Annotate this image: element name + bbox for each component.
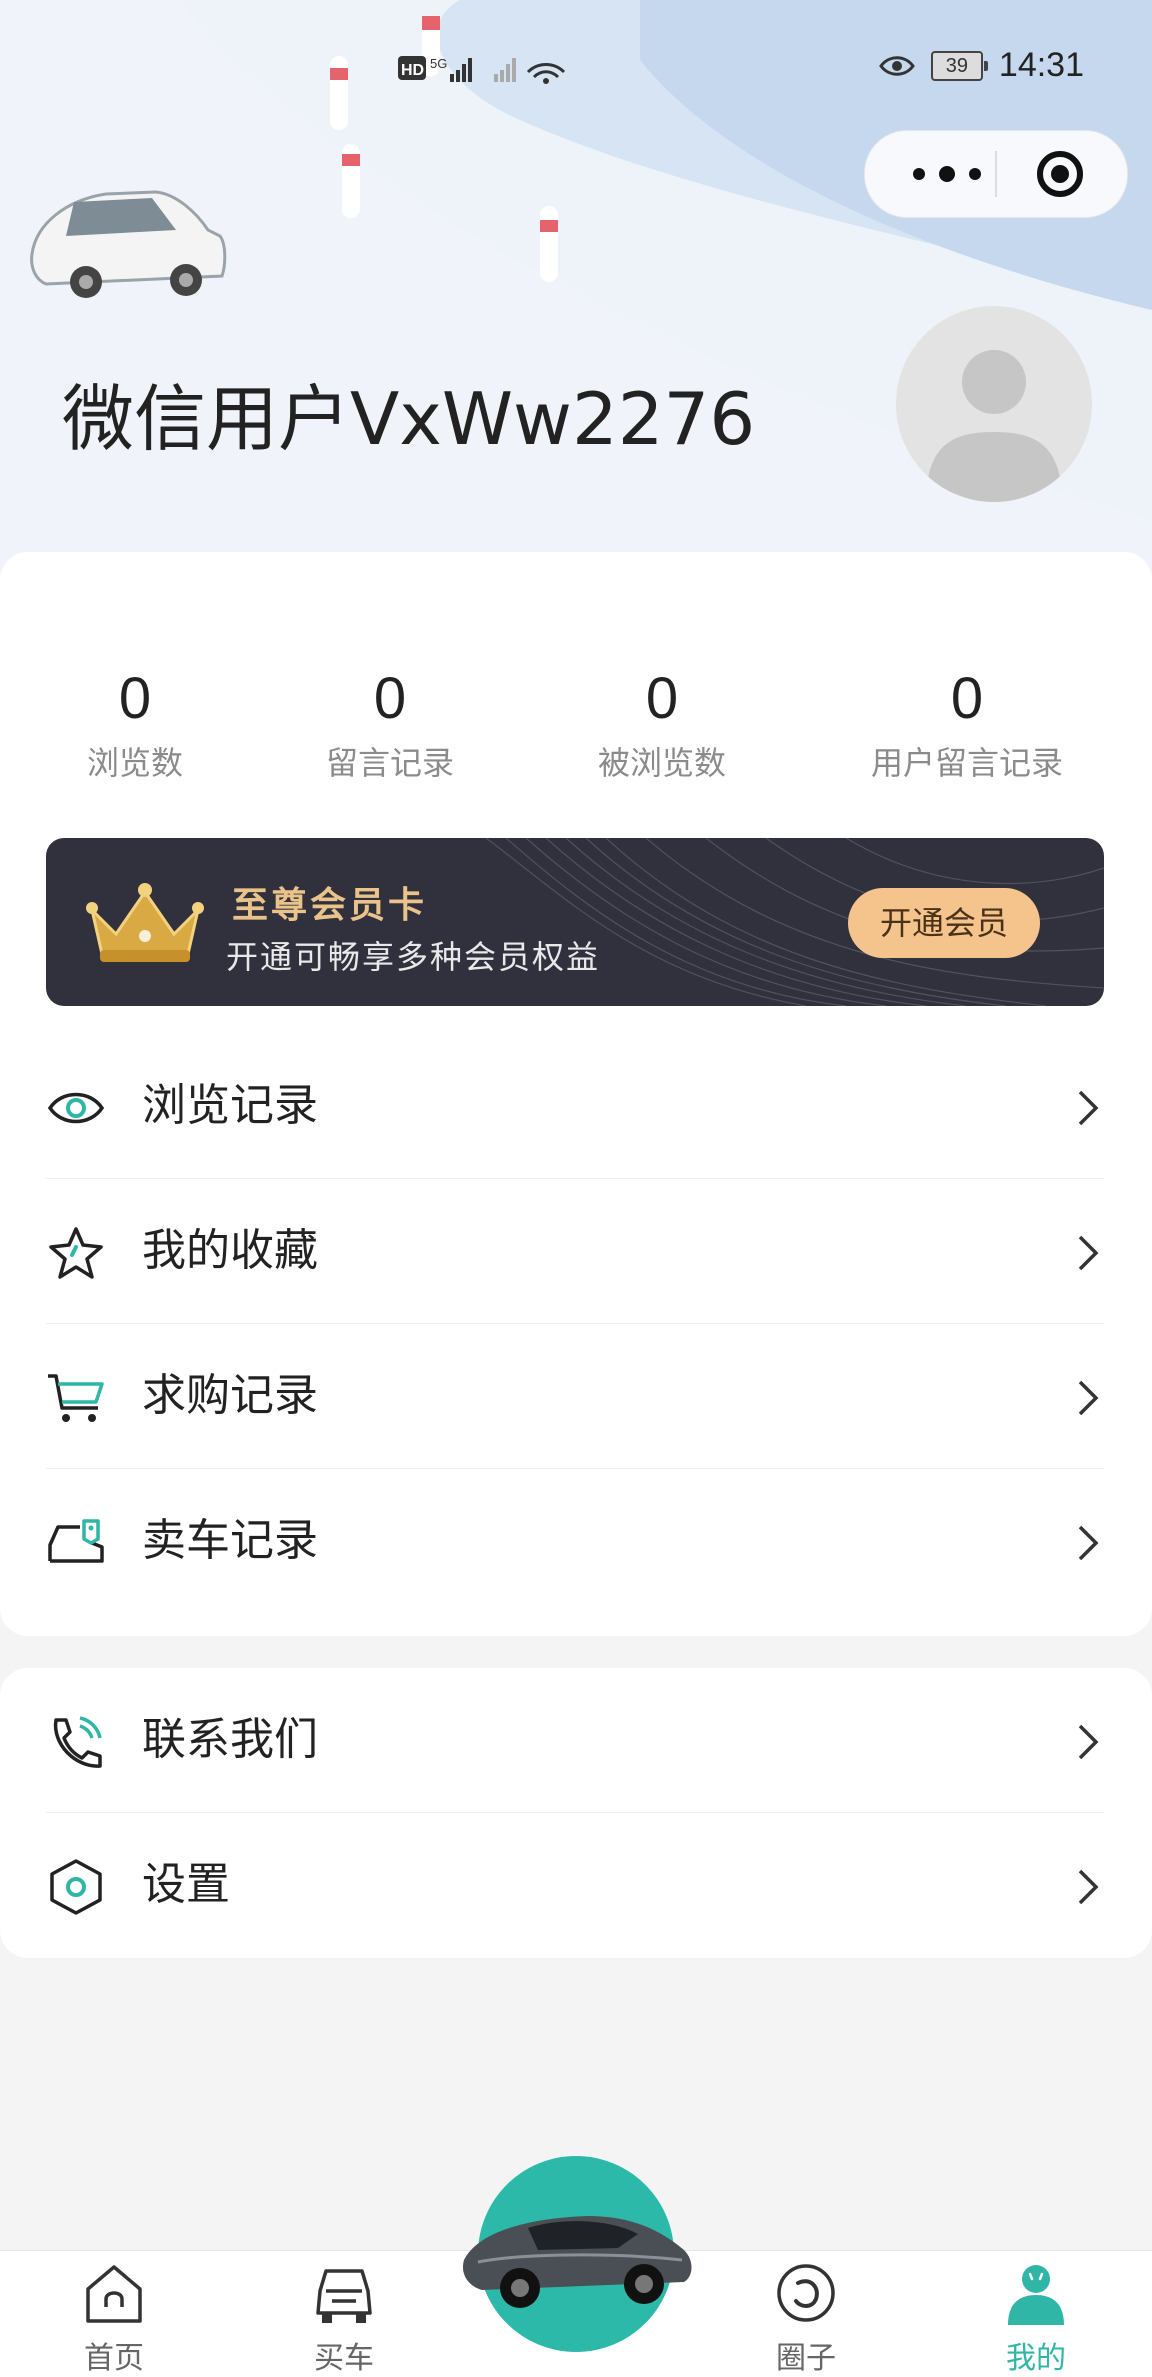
stat-label: 被浏览数 — [597, 744, 727, 782]
battery-indicator: 39 — [930, 50, 988, 81]
stat-value: 0 — [645, 666, 679, 731]
stat-label: 留言记录 — [325, 744, 455, 782]
stat-user-comments[interactable]: 0 用户留言记录 — [871, 662, 1063, 784]
chevron-right-icon — [1078, 1869, 1099, 1905]
stat-value: 0 — [950, 666, 984, 731]
menu-label: 浏览记录 — [142, 1080, 318, 1131]
menu-item-sell-records[interactable]: 卖车记录 — [46, 1469, 1104, 1613]
circle-icon — [777, 2264, 835, 2322]
user-icon — [1008, 2265, 1064, 2325]
menu-item-favorites[interactable]: 我的收藏 — [46, 1179, 1104, 1324]
default-avatar-icon — [926, 350, 1062, 502]
menu-item-contact-us[interactable]: 联系我们 — [46, 1668, 1104, 1813]
capsule-divider — [995, 151, 997, 197]
menu-label: 我的收藏 — [142, 1225, 318, 1276]
menu-list-secondary: 联系我们 设置 — [46, 1668, 1104, 1957]
status-bar: HD 5G 39 14:31 — [0, 40, 1152, 96]
profile-header: HD 5G 39 14:31 微信用户VxWw2276 — [0, 0, 1152, 580]
stat-label: 浏览数 — [86, 744, 184, 782]
tab-home[interactable]: 首页 — [44, 2251, 184, 2377]
tab-mine[interactable]: 我的 — [966, 2251, 1106, 2377]
stat-comments[interactable]: 0 留言记录 — [326, 662, 454, 784]
tab-label: 首页 — [84, 2341, 144, 2376]
chevron-right-icon — [1078, 1235, 1099, 1271]
eye-icon — [47, 1092, 105, 1124]
support-card: 联系我们 设置 — [0, 1668, 1152, 1958]
tab-label: 买车 — [314, 2341, 374, 2376]
home-icon — [86, 2265, 142, 2323]
menu-item-settings[interactable]: 设置 — [46, 1813, 1104, 1957]
more-dots-icon[interactable] — [905, 157, 995, 191]
stats-row: 0 浏览数 0 留言记录 0 被浏览数 0 用户留言记录 — [0, 662, 1152, 792]
stat-views[interactable]: 0 浏览数 — [87, 662, 183, 784]
eye-status-icon — [879, 55, 915, 76]
menu-label: 联系我们 — [142, 1714, 318, 1765]
tab-label: 我的 — [1006, 2341, 1066, 2376]
phone-icon — [53, 1716, 102, 1768]
status-right: 39 14:31 — [879, 46, 1084, 85]
menu-item-browse-history[interactable]: 浏览记录 — [46, 1034, 1104, 1179]
sports-car-image — [462, 2216, 692, 2308]
avatar[interactable] — [896, 306, 1092, 502]
username: 微信用户VxWw2276 — [62, 377, 756, 461]
stat-label: 用户留言记录 — [870, 744, 1064, 782]
car-tag-icon — [48, 1519, 104, 1563]
tab-circle[interactable]: 圈子 — [736, 2251, 876, 2377]
chevron-right-icon — [1078, 1090, 1099, 1126]
open-vip-button[interactable]: 开通会员 — [848, 888, 1040, 958]
svg-text:5G: 5G — [430, 56, 447, 71]
vip-title: 至尊会员卡 — [232, 885, 428, 926]
clock: 14:31 — [998, 46, 1084, 84]
menu-label: 设置 — [142, 1859, 230, 1910]
chevron-right-icon — [1078, 1525, 1099, 1561]
signal-group: HD 5G — [398, 50, 598, 90]
menu-list-primary: 浏览记录 我的收藏 求购记录 卖车记录 — [46, 1034, 1104, 1613]
signal-icon: HD 5G — [398, 56, 566, 84]
menu-item-purchase-requests[interactable]: 求购记录 — [46, 1324, 1104, 1469]
chevron-right-icon — [1078, 1380, 1099, 1416]
miniprogram-capsule — [864, 130, 1128, 218]
settings-icon — [50, 1859, 102, 1915]
star-icon — [49, 1227, 103, 1279]
svg-text:HD: HD — [401, 62, 424, 79]
crown-icon — [86, 883, 204, 962]
vip-subtitle: 开通可畅享多种会员权益 — [226, 938, 601, 976]
stat-value: 0 — [118, 666, 152, 731]
target-icon[interactable] — [1035, 149, 1085, 199]
profile-card: 0 浏览数 0 留言记录 0 被浏览数 0 用户留言记录 至尊会员卡 开通可畅享… — [0, 552, 1152, 1636]
vip-banner[interactable]: 至尊会员卡 开通可畅享多种会员权益 开通会员 — [46, 838, 1104, 1006]
menu-label: 求购记录 — [142, 1370, 318, 1421]
tab-label: 圈子 — [776, 2341, 836, 2376]
menu-label: 卖车记录 — [142, 1515, 318, 1566]
car-front-icon — [316, 2269, 372, 2323]
chevron-right-icon — [1078, 1724, 1099, 1760]
cart-icon — [48, 1374, 104, 1422]
tab-buy-car[interactable]: 买车 — [274, 2251, 414, 2377]
stat-value: 0 — [373, 666, 407, 731]
stat-viewed[interactable]: 0 被浏览数 — [598, 662, 726, 784]
